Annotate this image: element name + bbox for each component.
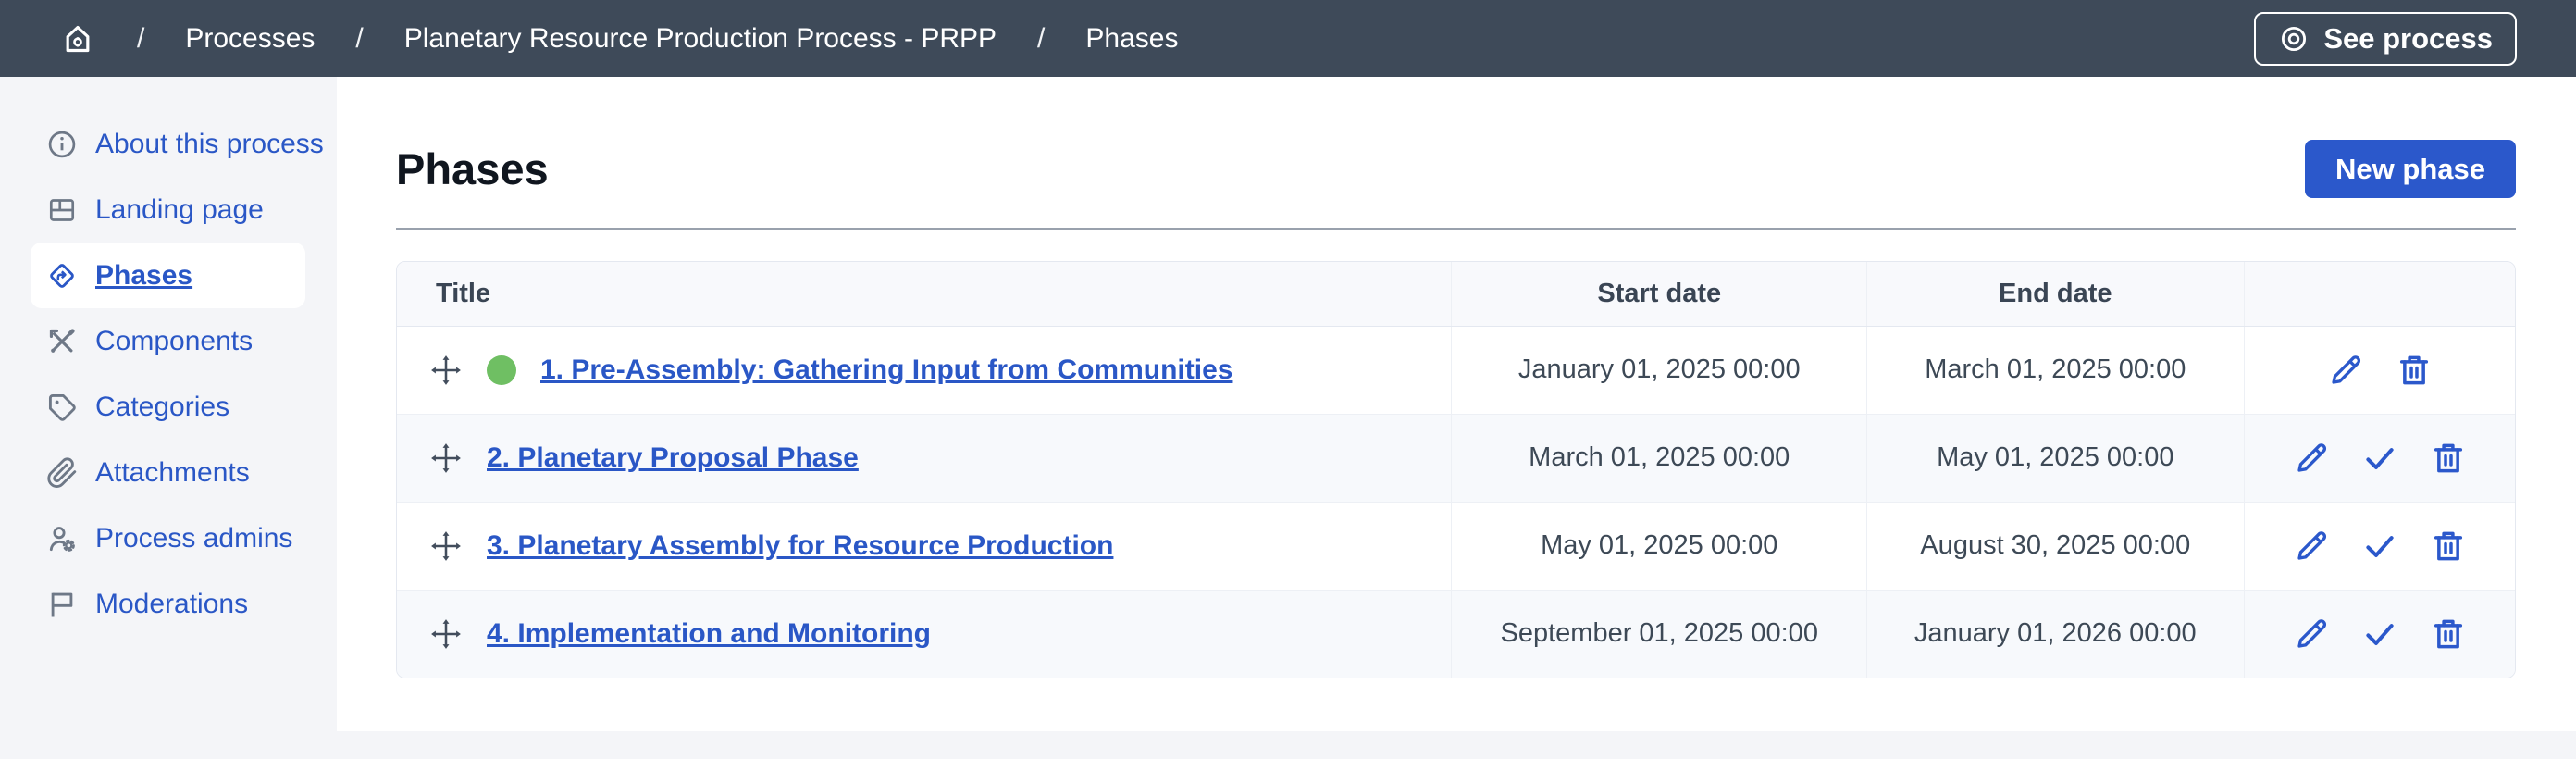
phase-start-date: March 01, 2025 00:00 <box>1452 414 1867 502</box>
phase-end-date: May 01, 2025 00:00 <box>1867 414 2244 502</box>
phase-row: 4. Implementation and Monitoring Septemb… <box>397 590 2515 678</box>
breadcrumb-separator: / <box>137 23 144 55</box>
sidebar-item-label: Moderations <box>95 589 248 620</box>
page-footer-strip <box>0 731 2576 759</box>
phases-table: Title Start date End date <box>397 262 2515 678</box>
column-header-title: Title <box>397 262 1452 326</box>
phase-title-link[interactable]: 4. Implementation and Monitoring <box>487 618 931 650</box>
breadcrumb-processes[interactable]: Processes <box>185 23 315 55</box>
breadcrumb-separator: / <box>355 23 363 55</box>
delete-phase-button[interactable] <box>2429 527 2468 566</box>
phase-start-date: May 01, 2025 00:00 <box>1452 502 1867 590</box>
title-divider <box>396 228 2516 230</box>
flag-icon <box>45 588 79 621</box>
sidebar-item-label: Attachments <box>95 457 250 489</box>
see-process-label: See process <box>2323 22 2493 56</box>
activate-phase-button[interactable] <box>2360 527 2399 566</box>
drag-handle-icon[interactable] <box>429 529 463 563</box>
see-process-button[interactable]: See process <box>2254 12 2517 66</box>
sidebar-item-label: Process admins <box>95 523 292 554</box>
edit-phase-button[interactable] <box>2326 351 2365 390</box>
phase-title-link[interactable]: 2. Planetary Proposal Phase <box>487 442 859 474</box>
sidebar-item-label: Categories <box>95 392 229 423</box>
tag-icon <box>45 391 79 424</box>
breadcrumb-separator: / <box>1037 23 1045 55</box>
sidebar-item-label: Phases <box>95 260 192 292</box>
edit-phase-button[interactable] <box>2292 615 2331 653</box>
edit-phase-button[interactable] <box>2292 439 2331 478</box>
info-icon <box>45 128 79 161</box>
breadcrumb: / Processes / Planetary Resource Product… <box>59 20 1178 57</box>
table-header-row: Title Start date End date <box>397 262 2515 326</box>
sidebar-item-about[interactable]: About this process <box>31 111 305 177</box>
phase-end-date: August 30, 2025 00:00 <box>1867 502 2244 590</box>
drag-handle-icon[interactable] <box>429 442 463 475</box>
edit-phase-button[interactable] <box>2292 527 2331 566</box>
eye-icon <box>2278 23 2310 55</box>
sidebar-item-label: Components <box>95 326 253 357</box>
tools-icon <box>45 325 79 358</box>
phase-end-date: January 01, 2026 00:00 <box>1867 590 2244 678</box>
sidebar-item-process-admins[interactable]: Process admins <box>31 505 305 571</box>
sidebar-item-categories[interactable]: Categories <box>31 374 305 440</box>
new-phase-button[interactable]: New phase <box>2305 140 2516 198</box>
delete-phase-button[interactable] <box>2429 439 2468 478</box>
sidebar-item-attachments[interactable]: Attachments <box>31 440 305 505</box>
admin-topbar: / Processes / Planetary Resource Product… <box>0 0 2576 77</box>
phases-diamond-icon <box>45 259 79 292</box>
sidebar-item-components[interactable]: Components <box>31 308 305 374</box>
phase-start-date: September 01, 2025 00:00 <box>1452 590 1867 678</box>
phase-start-date: January 01, 2025 00:00 <box>1452 326 1867 414</box>
page-title: Phases <box>396 143 549 194</box>
phase-row: 2. Planetary Proposal Phase March 01, 20… <box>397 414 2515 502</box>
phase-title-link[interactable]: 3. Planetary Assembly for Resource Produ… <box>487 530 1113 562</box>
sidebar-item-label: Landing page <box>95 194 264 226</box>
phase-row: 3. Planetary Assembly for Resource Produ… <box>397 502 2515 590</box>
process-sidebar: About this process Landing page Phas <box>0 77 337 731</box>
delete-phase-button[interactable] <box>2429 615 2468 653</box>
drag-handle-icon[interactable] <box>429 354 463 387</box>
phases-main-panel: Phases New phase Title Start date End da… <box>337 77 2576 731</box>
phase-end-date: March 01, 2025 00:00 <box>1867 326 2244 414</box>
delete-phase-button[interactable] <box>2395 351 2434 390</box>
column-header-start-date: Start date <box>1452 262 1867 326</box>
activate-phase-button[interactable] <box>2360 439 2399 478</box>
phases-table-card: Title Start date End date <box>396 261 2516 678</box>
phase-row: 1. Pre-Assembly: Gathering Input from Co… <box>397 326 2515 414</box>
breadcrumb-current-page: Phases <box>1085 23 1178 55</box>
paperclip-icon <box>45 456 79 490</box>
home-icon[interactable] <box>59 20 96 57</box>
phase-title-link[interactable]: 1. Pre-Assembly: Gathering Input from Co… <box>540 355 1232 386</box>
sidebar-item-label: About this process <box>95 129 324 160</box>
column-header-end-date: End date <box>1867 262 2244 326</box>
drag-handle-icon[interactable] <box>429 617 463 651</box>
active-phase-indicator <box>487 355 516 385</box>
sidebar-item-moderations[interactable]: Moderations <box>31 571 305 637</box>
sidebar-item-landing-page[interactable]: Landing page <box>31 177 305 243</box>
column-header-actions <box>2244 262 2515 326</box>
activate-phase-button[interactable] <box>2360 615 2399 653</box>
user-gear-icon <box>45 522 79 555</box>
layout-icon <box>45 193 79 227</box>
breadcrumb-process-name[interactable]: Planetary Resource Production Process - … <box>404 23 997 55</box>
sidebar-item-phases[interactable]: Phases <box>31 243 305 308</box>
